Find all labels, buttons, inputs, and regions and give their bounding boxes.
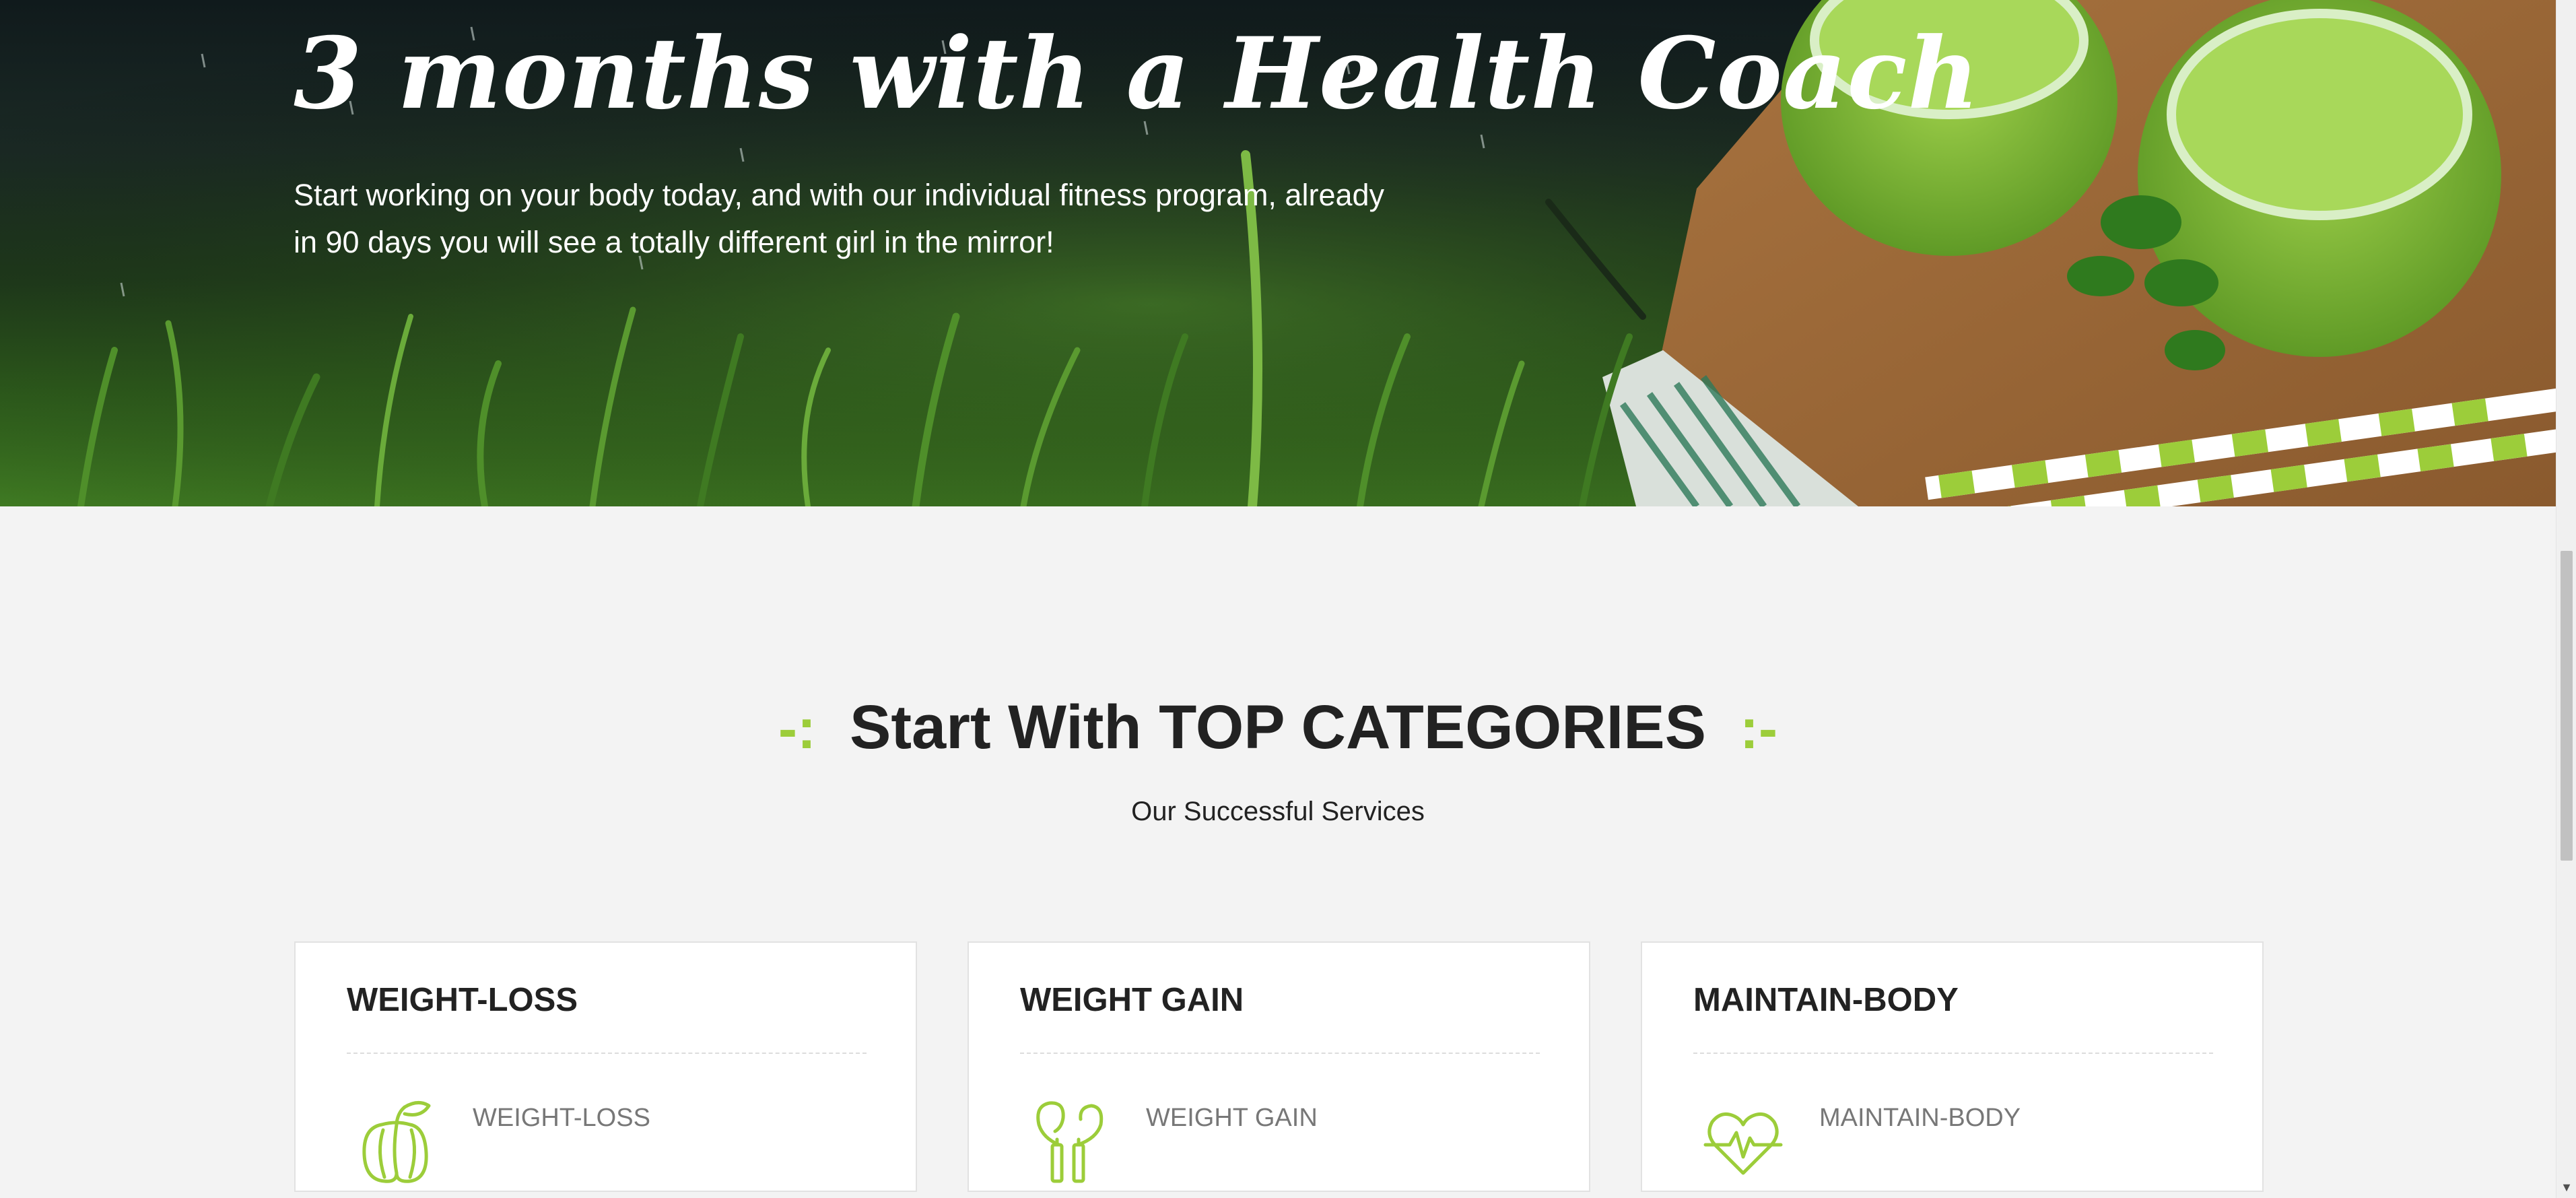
card-divider (347, 1053, 867, 1054)
heartbeat-icon (1703, 1112, 1783, 1175)
hero-description: Start working on your body today, and wi… (294, 178, 1385, 259)
category-card-maintain-body[interactable]: MAINTAIN-BODY MAINTAIN-BODY (1641, 941, 2264, 1192)
card-label[interactable]: WEIGHT-LOSS (473, 1102, 650, 1133)
section-title: -: Start With TOP CATEGORIES :- (0, 687, 2556, 769)
section-title-prefix: Start With (850, 693, 1142, 762)
category-card-weight-loss[interactable]: WEIGHT-LOSS WEIGHT-LOSS (294, 941, 917, 1192)
pepper-icon (362, 1101, 431, 1183)
hero-banner: 3 months with a Health Coach Start worki… (0, 0, 2556, 506)
card-title[interactable]: WEIGHT-LOSS (347, 980, 578, 1020)
card-divider (1020, 1053, 1540, 1054)
jump-rope-icon (1036, 1101, 1104, 1183)
card-label[interactable]: WEIGHT GAIN (1146, 1102, 1318, 1133)
title-decoration-left: -: (778, 697, 816, 760)
hero-title: 3 months with a Health Coach (294, 16, 1980, 131)
card-title[interactable]: MAINTAIN-BODY (1693, 980, 1959, 1020)
scroll-down-arrow-icon[interactable]: ▼ (2556, 1180, 2576, 1194)
section-title-strong: TOP CATEGORIES (1159, 693, 1706, 762)
card-label[interactable]: MAINTAIN-BODY (1819, 1102, 2021, 1133)
scrollbar-thumb[interactable] (2561, 551, 2573, 861)
title-decoration-right: :- (1739, 697, 1777, 760)
category-card-weight-gain[interactable]: WEIGHT GAIN WEIGHT GAIN (968, 941, 1590, 1192)
card-title[interactable]: WEIGHT GAIN (1020, 980, 1244, 1020)
section-subtitle: Our Successful Services (1131, 797, 1425, 826)
card-divider (1693, 1053, 2213, 1054)
page-scrollbar[interactable]: ▼ (2556, 0, 2576, 1198)
